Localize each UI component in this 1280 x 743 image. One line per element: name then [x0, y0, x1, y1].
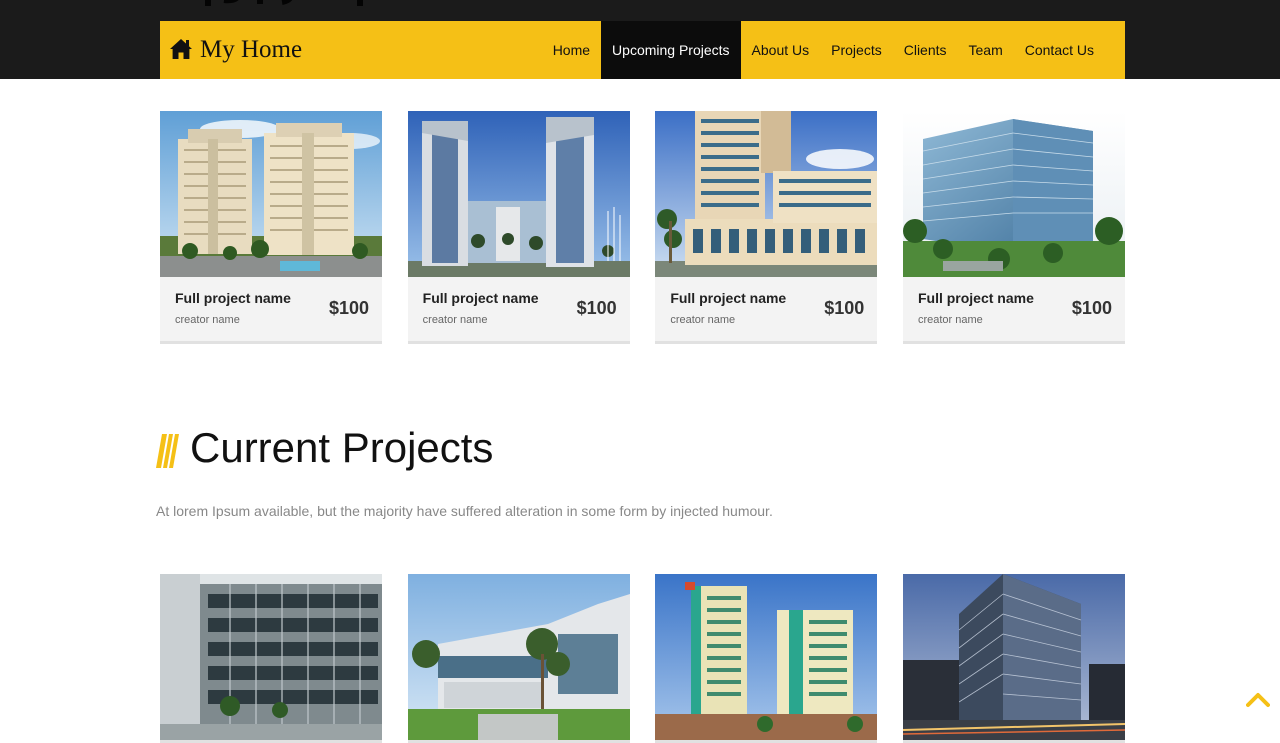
project-name: Full project name: [917, 290, 1034, 306]
brand-link[interactable]: My Home: [169, 21, 302, 79]
brand-name: My Home: [200, 36, 303, 63]
nav-contact-us[interactable]: Contact Us: [1014, 21, 1105, 79]
creator-name: creator name: [175, 314, 240, 326]
section-title: Current Projects: [190, 424, 494, 471]
nav-clients[interactable]: Clients: [893, 21, 958, 79]
upcoming-projects-grid: Full project name creator name $100 Full…: [160, 111, 1125, 344]
project-card[interactable]: Full project name creator name $100: [655, 111, 878, 344]
project-card[interactable]: Full project name creator name $100: [407, 111, 630, 344]
top-band: My Home Home Upcoming Projects About Us …: [0, 0, 1280, 79]
current-projects-grid: [160, 574, 1125, 743]
project-name: Full project name: [422, 290, 539, 306]
scrolled-heading-fragment: [160, 0, 500, 8]
navbar: My Home Home Upcoming Projects About Us …: [160, 21, 1125, 79]
slash-stripes-icon: [156, 434, 179, 468]
project-card[interactable]: Full project name creator name $100: [160, 111, 382, 344]
section-description: At lorem Ipsum available, but the majori…: [156, 503, 773, 519]
creator-name: creator name: [422, 314, 488, 326]
project-card[interactable]: [160, 574, 382, 743]
home-icon: [170, 38, 192, 59]
project-image-office-campus: [407, 574, 630, 740]
project-card[interactable]: [407, 574, 630, 743]
project-name: Full project name: [175, 290, 291, 306]
project-price: $100: [1071, 298, 1112, 318]
creator-name: creator name: [670, 314, 736, 326]
nav-team[interactable]: Team: [958, 21, 1014, 79]
project-card[interactable]: Full project name creator name $100: [902, 111, 1125, 344]
project-price: $100: [576, 298, 617, 318]
back-to-top-icon[interactable]: [1246, 690, 1270, 708]
project-price: $100: [824, 298, 865, 318]
project-image-glass-skyscrapers: [407, 111, 630, 277]
project-name: Full project name: [670, 290, 787, 306]
project-image-modern-office: [160, 574, 382, 740]
main-nav: Home Upcoming Projects About Us Projects…: [542, 21, 1105, 79]
project-card[interactable]: [655, 574, 878, 743]
creator-name: creator name: [917, 314, 983, 326]
nav-about-us[interactable]: About Us: [741, 21, 821, 79]
project-image-hotel: [655, 111, 878, 277]
nav-home[interactable]: Home: [542, 21, 601, 79]
nav-upcoming-projects[interactable]: Upcoming Projects: [601, 21, 741, 79]
project-card[interactable]: [902, 574, 1125, 743]
project-image-office-dusk: [902, 574, 1125, 740]
project-image-apartment-towers: [655, 574, 878, 740]
nav-projects[interactable]: Projects: [820, 21, 893, 79]
project-image-twin-towers: [160, 111, 382, 277]
project-price: $100: [328, 298, 369, 318]
section-heading: Current Projects: [156, 424, 493, 472]
project-image-glass-office: [902, 111, 1125, 277]
